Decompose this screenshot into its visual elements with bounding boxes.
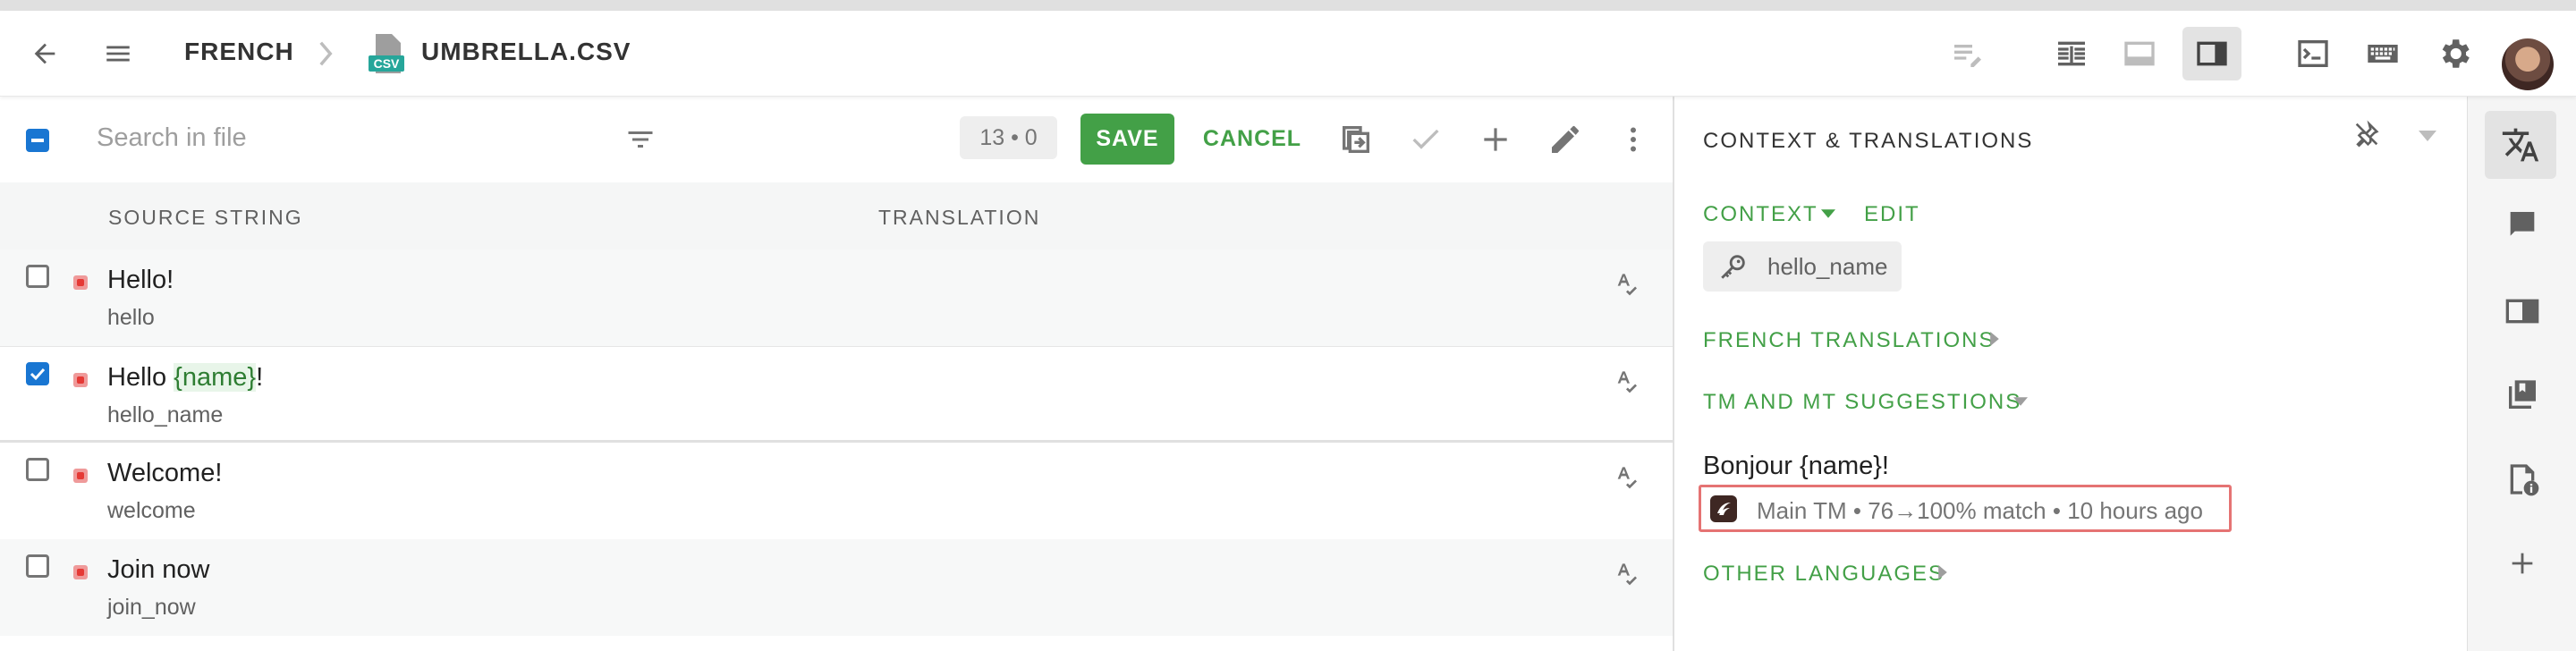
column-source-string: SOURCE STRING — [108, 206, 303, 229]
source-prefix: Hello — [107, 363, 174, 392]
table-row[interactable]: Join now join_now — [0, 539, 1673, 636]
glossary-icon[interactable] — [2504, 293, 2540, 329]
project-breadcrumb[interactable]: FRENCH — [184, 38, 294, 66]
context-key-text: hello_name — [1767, 253, 1888, 280]
table-row[interactable]: Hello! hello — [0, 249, 1673, 346]
table-row-selected[interactable]: Hello {name}! hello_name — [0, 346, 1673, 443]
column-translation: TRANSLATION — [878, 206, 1041, 229]
row-checkbox[interactable] — [26, 554, 49, 578]
context-key-chip: hello_name — [1703, 241, 1902, 292]
panel-layout-icon[interactable] — [2192, 34, 2232, 73]
settings-gear-icon[interactable] — [2435, 34, 2474, 73]
search-input[interactable]: Search in file — [97, 123, 247, 153]
untranslated-status-icon — [73, 565, 88, 579]
add-panel-icon[interactable] — [2504, 545, 2540, 581]
top-strip — [0, 0, 2576, 11]
placeholder-token: {name} — [174, 363, 257, 392]
other-languages-expand-icon — [1936, 563, 1949, 581]
untranslated-status-icon — [73, 469, 88, 483]
more-vert-icon[interactable] — [1615, 120, 1651, 159]
context-toggle[interactable]: CONTEXT — [1703, 202, 1818, 227]
spellcheck-icon[interactable] — [1610, 267, 1642, 300]
add-icon[interactable] — [1476, 120, 1515, 159]
tm-source-icon — [1710, 495, 1737, 522]
string-key: join_now — [107, 595, 196, 620]
row-checkbox[interactable] — [26, 362, 49, 385]
horizontal-layout-icon[interactable] — [2120, 34, 2159, 73]
pane-divider[interactable] — [1673, 97, 1674, 651]
untranslated-status-icon — [73, 373, 88, 387]
comments-icon[interactable] — [2504, 207, 2540, 243]
source-string: Hello {name}! — [107, 363, 263, 393]
keyboard-icon[interactable] — [2363, 34, 2402, 73]
spellcheck-icon[interactable] — [1610, 365, 1642, 397]
file-info-icon[interactable] — [2504, 461, 2540, 497]
terminal-icon[interactable] — [2293, 34, 2333, 73]
side-by-side-icon[interactable] — [2052, 34, 2091, 73]
cancel-button[interactable]: CANCEL — [1199, 114, 1306, 165]
string-key: hello_name — [107, 402, 224, 427]
copy-source-icon[interactable] — [1336, 120, 1376, 159]
string-key: hello — [107, 305, 155, 330]
context-caret-icon — [1819, 207, 1837, 220]
user-avatar[interactable] — [2502, 38, 2554, 90]
other-languages-toggle[interactable]: OTHER LANGUAGES — [1703, 562, 1945, 587]
edit-context-link[interactable]: EDIT — [1864, 202, 1920, 227]
selection-counter: 13 • 0 — [960, 116, 1057, 159]
tm-match-info[interactable]: Main TM • 76→100% match • 10 hours ago — [1699, 485, 2232, 532]
approve-check-icon[interactable] — [1406, 120, 1445, 159]
source-suffix: ! — [256, 363, 264, 392]
key-icon — [1716, 250, 1751, 283]
save-button[interactable]: SAVE — [1080, 114, 1174, 165]
editor-mode-icon[interactable] — [1948, 34, 1987, 73]
pin-off-icon[interactable] — [2349, 116, 2385, 152]
panel-title: CONTEXT & TRANSLATIONS — [1703, 129, 2034, 153]
file-name: UMBRELLA.CSV — [421, 38, 631, 65]
csv-badge: CSV — [374, 56, 400, 71]
tm-suggestion-text[interactable]: Bonjour {name}! — [1703, 452, 1889, 481]
edit-pencil-icon[interactable] — [1546, 120, 1585, 159]
back-arrow-icon[interactable] — [27, 36, 63, 72]
table-row[interactable]: Welcome! welcome — [0, 443, 1673, 539]
csv-file-icon: CSV — [369, 32, 408, 75]
app-header: FRENCH CSV UMBRELLA.CSV — [0, 11, 2576, 97]
translation-memory-icon[interactable] — [2504, 377, 2540, 413]
dropdown-caret-icon[interactable] — [2415, 123, 2440, 148]
menu-icon[interactable] — [98, 36, 138, 72]
french-translations-toggle[interactable]: FRENCH TRANSLATIONS — [1703, 328, 1995, 353]
source-string: Hello! — [107, 266, 174, 294]
source-string: Welcome! — [107, 459, 223, 487]
spellcheck-icon[interactable] — [1610, 461, 1642, 493]
untranslated-status-icon — [73, 275, 88, 290]
string-key: welcome — [107, 498, 196, 523]
spellcheck-icon[interactable] — [1610, 557, 1642, 589]
select-all-checkbox[interactable] — [26, 129, 49, 152]
expand-right-icon — [1988, 330, 2001, 348]
translate-icon[interactable] — [2501, 125, 2540, 165]
tm-caret-icon — [2012, 395, 2029, 408]
source-string: Join now — [107, 555, 210, 584]
filter-icon[interactable] — [621, 122, 660, 157]
row-checkbox[interactable] — [26, 265, 49, 288]
editor-toolbar: Search in file 13 • 0 SAVE CANCEL — [0, 97, 1673, 182]
tm-meta-text: Main TM • 76→100% match • 10 hours ago — [1757, 497, 2203, 524]
table-header: SOURCE STRING TRANSLATION — [0, 182, 1673, 249]
chevron-right-icon — [315, 39, 336, 68]
row-checkbox[interactable] — [26, 458, 49, 481]
tm-suggestions-toggle[interactable]: TM AND MT SUGGESTIONS — [1703, 390, 2021, 415]
